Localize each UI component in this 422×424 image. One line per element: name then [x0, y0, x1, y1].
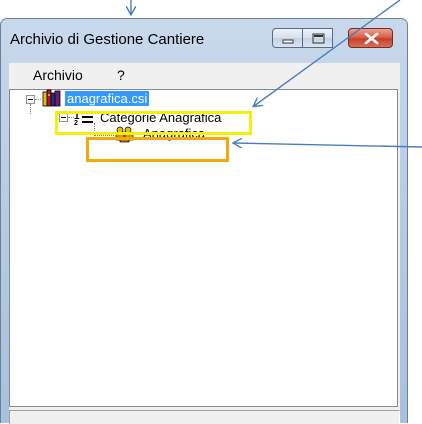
menu-archivio[interactable]: Archivio [33, 67, 83, 83]
close-button[interactable] [348, 28, 393, 48]
tree-node-root[interactable]: anagrafica.csi [65, 91, 150, 106]
books-icon [42, 89, 61, 107]
tree-connector [30, 104, 31, 114]
app-window: Archivio di Gestione Cantiere Archivio ? [0, 18, 408, 424]
maximize-button[interactable] [302, 28, 333, 48]
close-icon [364, 32, 379, 45]
minimize-button[interactable] [272, 28, 303, 48]
title-bar[interactable]: Archivio di Gestione Cantiere [1, 19, 407, 63]
minimize-icon [282, 39, 294, 44]
menu-bar: Archivio ? [9, 63, 400, 87]
tree-connector [94, 135, 114, 136]
menu-help[interactable]: ? [117, 67, 125, 83]
maximize-icon [312, 33, 325, 44]
collapse-toggle-root[interactable] [26, 95, 35, 104]
window-title: Archivio di Gestione Cantiere [10, 31, 205, 48]
tree-connector [35, 99, 41, 100]
highlight-leaf [86, 137, 229, 162]
highlight-category [55, 111, 252, 135]
status-bar [9, 410, 400, 424]
